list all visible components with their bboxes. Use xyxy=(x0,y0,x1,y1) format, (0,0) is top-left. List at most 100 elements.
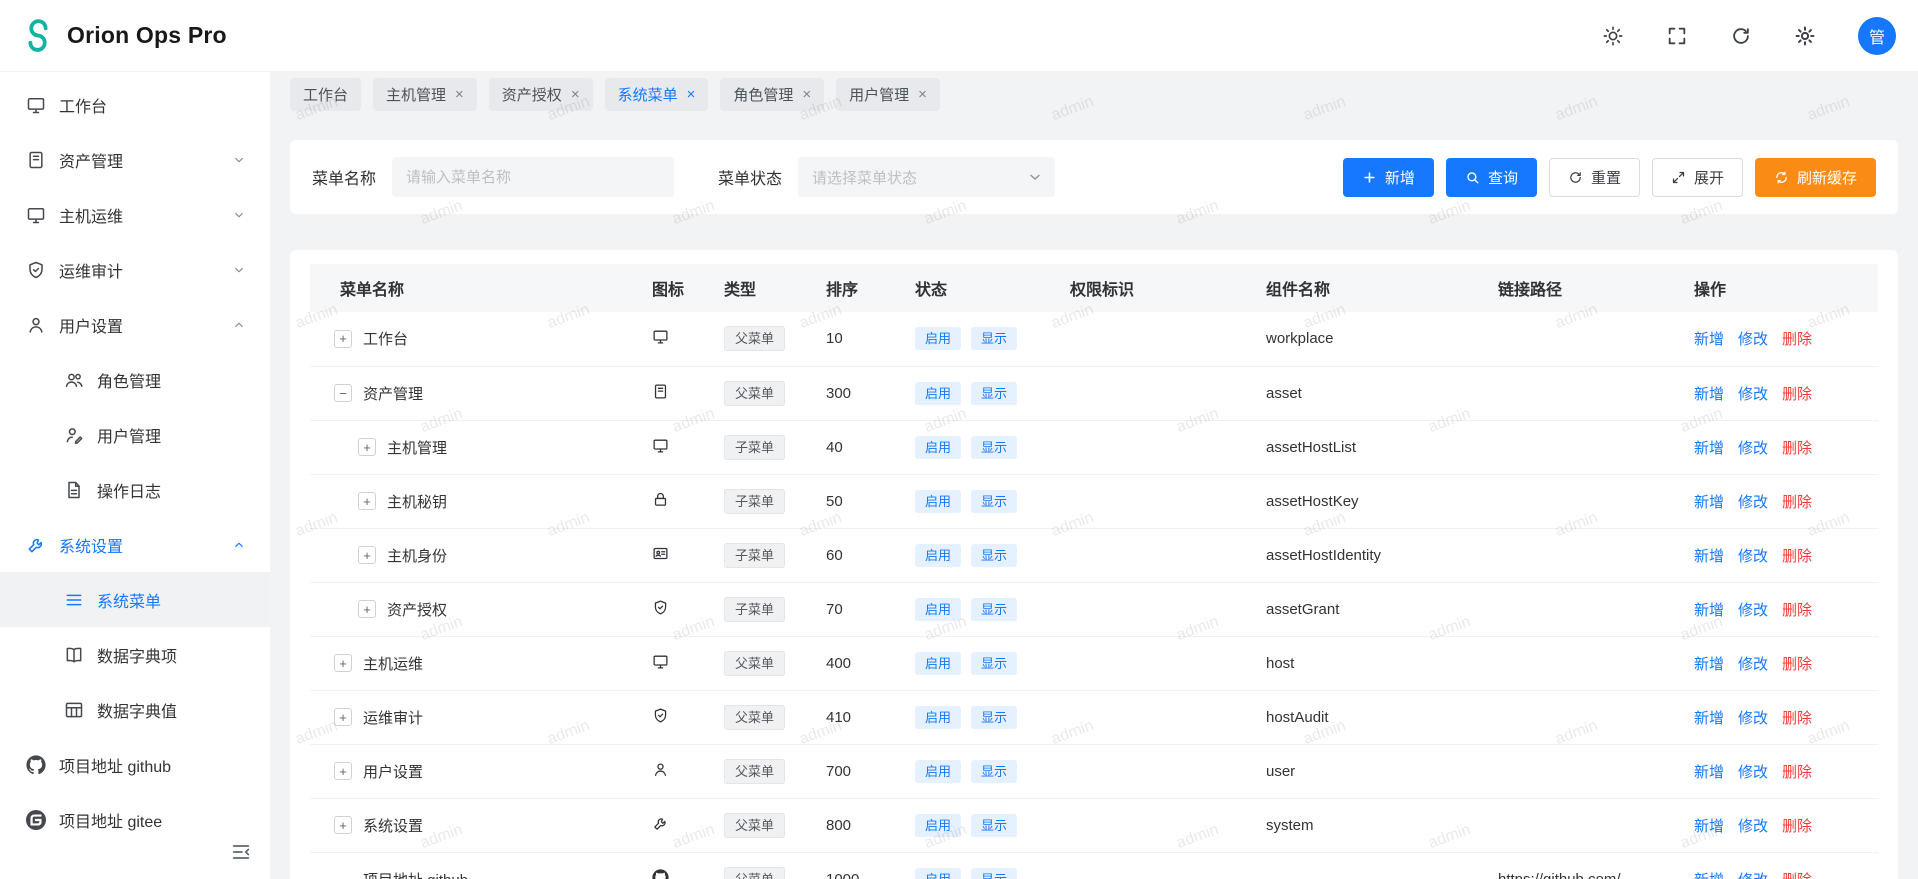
menu-link-cell xyxy=(1482,690,1678,744)
row-expander[interactable]: − xyxy=(334,384,352,402)
sidebar-item-github[interactable]: 项目地址 github xyxy=(0,737,270,792)
tab-close-icon[interactable]: × xyxy=(571,87,580,102)
status-badge: 启用 xyxy=(915,436,961,459)
row-expander[interactable]: + xyxy=(334,654,352,672)
row-edit-link[interactable]: 修改 xyxy=(1738,710,1768,727)
sidebar-item-op-logs[interactable]: 操作日志 xyxy=(0,462,270,517)
row-add-link[interactable]: 新增 xyxy=(1694,656,1724,673)
row-add-link[interactable]: 新增 xyxy=(1694,764,1724,781)
tab-asset-grant[interactable]: 资产授权 × xyxy=(489,78,593,111)
shield-icon xyxy=(26,260,46,280)
row-delete-link[interactable]: 删除 xyxy=(1782,764,1812,781)
tab-close-icon[interactable]: × xyxy=(918,87,927,102)
menu-sort-cell: 10 xyxy=(810,312,899,366)
refresh-icon[interactable] xyxy=(1730,25,1752,47)
avatar[interactable]: 管 xyxy=(1858,17,1896,55)
tab-workbench[interactable]: 工作台 xyxy=(290,78,361,111)
row-add-link[interactable]: 新增 xyxy=(1694,386,1724,403)
sidebar-item-ops-audit[interactable]: 运维审计 xyxy=(0,242,270,297)
book-icon xyxy=(26,150,46,170)
row-edit-link[interactable]: 修改 xyxy=(1738,602,1768,619)
sidebar-item-gitee[interactable]: 项目地址 gitee xyxy=(0,792,270,847)
gear-icon[interactable] xyxy=(1794,25,1816,47)
filter-buttons: 新增 查询 重置 展开 xyxy=(1343,158,1876,197)
row-edit-link[interactable]: 修改 xyxy=(1738,386,1768,403)
reset-icon xyxy=(1568,170,1583,185)
sidebar-item-host-ops[interactable]: 主机运维 xyxy=(0,187,270,242)
sidebar-item-system-settings[interactable]: 系统设置 xyxy=(0,517,270,572)
tab-close-icon[interactable]: × xyxy=(687,87,696,102)
sidebar-item-role-mgmt[interactable]: 角色管理 xyxy=(0,352,270,407)
row-add-link[interactable]: 新增 xyxy=(1694,440,1724,457)
row-add-link[interactable]: 新增 xyxy=(1694,548,1724,565)
row-expander[interactable]: + xyxy=(334,330,352,348)
theme-icon[interactable] xyxy=(1602,25,1624,47)
row-edit-link[interactable]: 修改 xyxy=(1738,818,1768,835)
sidebar-item-dict-values[interactable]: 数据字典值 xyxy=(0,682,270,737)
row-add-link[interactable]: 新增 xyxy=(1694,818,1724,835)
main-area: 工作台 主机管理 × 资产授权 × 系统菜单 × 角色管理 × 用户管理 × xyxy=(270,72,1918,879)
row-expander[interactable]: + xyxy=(358,438,376,456)
row-expander[interactable]: + xyxy=(358,492,376,510)
row-delete-link[interactable]: 删除 xyxy=(1782,818,1812,835)
menu-type-tag: 父菜单 xyxy=(724,867,785,879)
row-delete-link[interactable]: 删除 xyxy=(1782,602,1812,619)
row-add-link[interactable]: 新增 xyxy=(1694,602,1724,619)
row-add-link[interactable]: 新增 xyxy=(1694,331,1724,348)
tab-role-mgmt[interactable]: 角色管理 × xyxy=(720,78,824,111)
add-button[interactable]: 新增 xyxy=(1343,158,1434,197)
row-delete-link[interactable]: 删除 xyxy=(1782,710,1812,727)
tab-close-icon[interactable]: × xyxy=(455,87,464,102)
row-delete-link[interactable]: 删除 xyxy=(1782,656,1812,673)
sidebar-item-user-settings[interactable]: 用户设置 xyxy=(0,297,270,352)
expand-button[interactable]: 展开 xyxy=(1652,158,1743,197)
row-edit-link[interactable]: 修改 xyxy=(1738,548,1768,565)
sync-icon xyxy=(1774,170,1789,185)
row-edit-link[interactable]: 修改 xyxy=(1738,656,1768,673)
tab-close-icon[interactable]: × xyxy=(802,87,811,102)
menu-link-cell xyxy=(1482,582,1678,636)
status-badge: 启用 xyxy=(915,868,961,879)
row-add-link[interactable]: 新增 xyxy=(1694,710,1724,727)
sidebar-collapse-icon[interactable] xyxy=(230,841,254,865)
row-edit-link[interactable]: 修改 xyxy=(1738,331,1768,348)
row-delete-link[interactable]: 删除 xyxy=(1782,872,1812,879)
row-add-link[interactable]: 新增 xyxy=(1694,872,1724,879)
table-row: +主机管理子菜单40启用显示assetHostList新增修改删除 xyxy=(310,420,1878,474)
row-expander[interactable]: + xyxy=(334,816,352,834)
menu-type-tag: 父菜单 xyxy=(724,326,785,351)
row-edit-link[interactable]: 修改 xyxy=(1738,764,1768,781)
row-delete-link[interactable]: 删除 xyxy=(1782,440,1812,457)
tab-system-menu[interactable]: 系统菜单 × xyxy=(605,78,709,111)
tab-user-mgmt[interactable]: 用户管理 × xyxy=(836,78,940,111)
menu-component-cell xyxy=(1250,852,1482,879)
tab-host-mgmt[interactable]: 主机管理 × xyxy=(373,78,477,111)
row-expander[interactable]: + xyxy=(334,762,352,780)
sidebar-item-asset-mgmt[interactable]: 资产管理 xyxy=(0,132,270,187)
row-edit-link[interactable]: 修改 xyxy=(1738,872,1768,879)
row-expander[interactable]: + xyxy=(358,600,376,618)
row-edit-link[interactable]: 修改 xyxy=(1738,494,1768,511)
row-add-link[interactable]: 新增 xyxy=(1694,494,1724,511)
refresh-cache-button[interactable]: 刷新缓存 xyxy=(1755,158,1876,197)
menu-name-input[interactable] xyxy=(392,157,674,197)
row-delete-link[interactable]: 删除 xyxy=(1782,386,1812,403)
fullscreen-icon[interactable] xyxy=(1666,25,1688,47)
sidebar-item-system-menu[interactable]: 系统菜单 xyxy=(0,572,270,627)
row-delete-link[interactable]: 删除 xyxy=(1782,548,1812,565)
shield-icon xyxy=(652,707,669,724)
reset-button[interactable]: 重置 xyxy=(1549,158,1640,197)
row-expander[interactable]: + xyxy=(334,708,352,726)
wrench-icon xyxy=(652,815,669,832)
visible-badge: 显示 xyxy=(971,382,1017,405)
search-button[interactable]: 查询 xyxy=(1446,158,1537,197)
row-delete-link[interactable]: 删除 xyxy=(1782,494,1812,511)
menu-status-select[interactable]: 请选择菜单状态 xyxy=(798,157,1055,197)
row-delete-link[interactable]: 删除 xyxy=(1782,331,1812,348)
sidebar-item-workbench[interactable]: 工作台 xyxy=(0,77,270,132)
row-edit-link[interactable]: 修改 xyxy=(1738,440,1768,457)
row-expander[interactable]: + xyxy=(358,546,376,564)
sidebar-item-user-mgmt[interactable]: 用户管理 xyxy=(0,407,270,462)
menu-sort-cell: 50 xyxy=(810,474,899,528)
sidebar-item-dict-items[interactable]: 数据字典项 xyxy=(0,627,270,682)
